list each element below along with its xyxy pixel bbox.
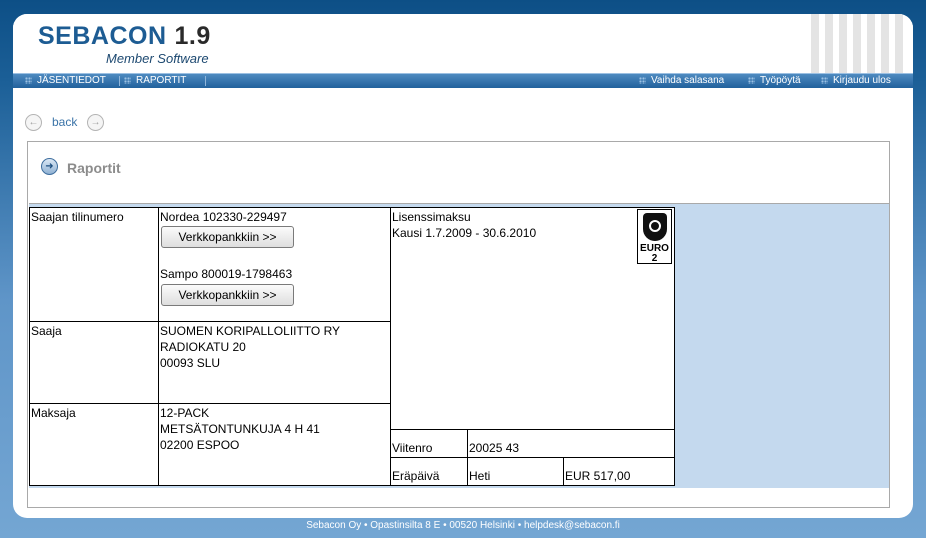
account-cell: Nordea 102330-229497 Verkkopankkiin >> S…	[158, 207, 391, 322]
app-subtitle: Member Software	[106, 51, 209, 66]
online-bank-button-1[interactable]: Verkkopankkiin >>	[161, 226, 294, 248]
header: SEBACON 1.9 Member Software	[13, 14, 913, 74]
grid-dots-icon	[124, 77, 131, 84]
payee-cell: SUOMEN KORIPALLOLIITTO RY RADIOKATU 20 0…	[158, 321, 391, 404]
due-label-cell: Eräpäivä	[390, 457, 468, 486]
grid-dots-icon	[639, 77, 646, 84]
nav-divider	[205, 76, 206, 86]
grid-dots-icon	[748, 77, 755, 84]
reference-label-cell: Viitenro	[390, 429, 468, 458]
app-version: 1.9	[174, 22, 211, 50]
payer-label-cell: Maksaja	[29, 403, 159, 486]
amount-value: EUR 517,00	[565, 469, 631, 483]
nav-divider	[119, 76, 120, 86]
bank-account-2: Sampo 800019-1798463	[160, 267, 293, 281]
reference-cell: 20025 43	[467, 429, 675, 458]
payment-info-cell: Lisenssimaksu Kausi 1.7.2009 - 30.6.2010…	[390, 207, 675, 430]
reference-label: Viitenro	[392, 441, 433, 455]
payer-street: METSÄTONTUNKUJA 4 H 41	[160, 422, 320, 436]
payment-slip-area: Saajan tilinumero Nordea 102330-229497 V…	[29, 203, 889, 489]
online-bank-button-2[interactable]: Verkkopankkiin >>	[161, 284, 294, 306]
logo-text: SEBACON	[38, 22, 167, 50]
app-frame: SEBACON 1.9 Member Software JÄSENTIEDOT R…	[13, 14, 913, 518]
nav-item-change-password[interactable]: Vaihda salasana	[639, 74, 724, 88]
payment-period: Kausi 1.7.2009 - 30.6.2010	[392, 226, 537, 240]
arrow-left-icon[interactable]: ←	[25, 114, 42, 131]
payment-type: Lisenssimaksu	[392, 210, 471, 224]
account-label: Saajan tilinumero	[31, 210, 124, 224]
nav-item-jasentiedot[interactable]: JÄSENTIEDOT	[25, 74, 106, 88]
header-decoration	[807, 14, 913, 74]
amount-cell: EUR 517,00	[563, 457, 675, 486]
back-link[interactable]: back	[52, 115, 77, 129]
due-value: Heti	[469, 469, 491, 483]
shield-icon	[643, 213, 667, 241]
payer-cell: 12-PACK METSÄTONTUNKUJA 4 H 41 02200 ESP…	[158, 403, 391, 486]
nav-item-raportit[interactable]: RAPORTIT	[124, 74, 186, 88]
payee-street: RADIOKATU 20	[160, 340, 246, 354]
panel-title: Raportit	[67, 160, 121, 176]
payee-label: Saaja	[31, 324, 62, 338]
payee-label-cell: Saaja	[29, 321, 159, 404]
due-label: Eräpäivä	[392, 469, 440, 483]
reference-number: 20025 43	[469, 441, 520, 455]
app-logo: SEBACON 1.9	[38, 22, 211, 51]
euro2-logo: EURO 2	[637, 209, 672, 264]
nav-item-desktop[interactable]: Työpöytä	[748, 74, 801, 88]
grid-dots-icon	[821, 77, 828, 84]
panel-bottom-edge	[28, 488, 889, 506]
grid-dots-icon	[25, 77, 32, 84]
payee-name: SUOMEN KORIPALLOLIITTO RY	[160, 324, 341, 338]
nav-bar: JÄSENTIEDOT RAPORTIT Vaihda salasana Työ…	[13, 73, 913, 88]
payee-postcode: 00093 SLU	[160, 356, 221, 370]
footer-text: Sebacon Oy • Opastinsilta 8 E • 00520 He…	[306, 520, 620, 531]
arrow-circle-icon: ➜	[41, 158, 58, 175]
payer-name: 12-PACK	[160, 406, 210, 420]
payer-postcode: 02200 ESPOO	[160, 438, 240, 452]
nav-item-logout[interactable]: Kirjaudu ulos	[821, 74, 891, 88]
bank-account-1: Nordea 102330-229497	[160, 210, 287, 224]
reports-panel: ➜ Raportit Saajan tilinumero Nordea 1023…	[27, 141, 890, 508]
account-label-cell: Saajan tilinumero	[29, 207, 159, 322]
payer-label: Maksaja	[31, 406, 76, 420]
arrow-right-icon[interactable]: →	[87, 114, 104, 131]
due-cell: Heti	[467, 457, 564, 486]
